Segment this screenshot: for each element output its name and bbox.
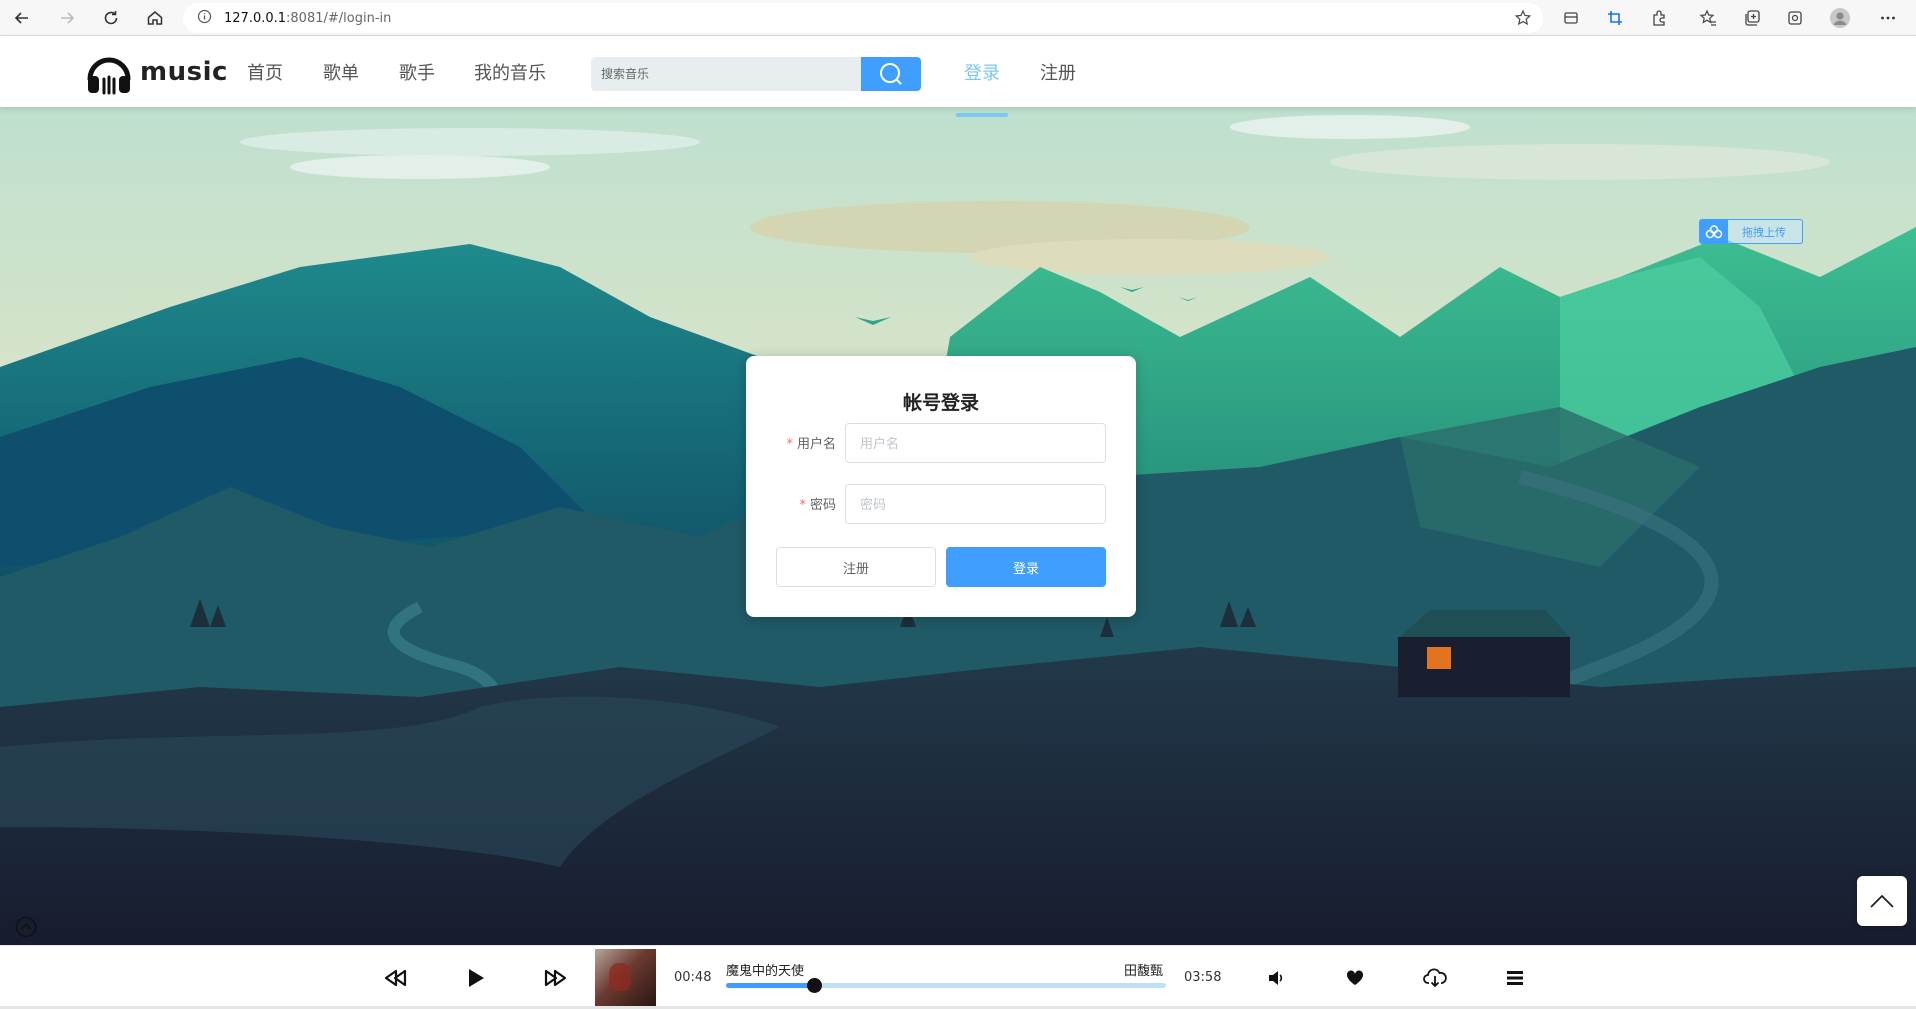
playlist-icon[interactable] bbox=[1502, 965, 1528, 991]
address-bar[interactable]: 127.0.0.1:8081/#/login-in bbox=[183, 3, 1543, 33]
url-text: 127.0.0.1:8081/#/login-in bbox=[224, 10, 392, 26]
current-time: 00:48 bbox=[674, 970, 712, 985]
forward-icon[interactable] bbox=[55, 6, 79, 30]
progress-fill bbox=[726, 983, 814, 988]
back-to-top-button[interactable] bbox=[1857, 876, 1907, 926]
register-button[interactable]: 注册 bbox=[776, 547, 936, 587]
chevron-up-icon bbox=[1870, 894, 1894, 908]
username-input[interactable] bbox=[845, 423, 1106, 463]
home-icon[interactable] bbox=[143, 6, 167, 30]
album-cover[interactable] bbox=[595, 949, 656, 1007]
total-time: 03:58 bbox=[1184, 970, 1222, 985]
nav-home[interactable]: 首页 bbox=[247, 59, 283, 85]
volume-icon[interactable] bbox=[1263, 965, 1289, 991]
baidu-cloud-icon bbox=[1700, 220, 1728, 243]
favorite-add-icon[interactable] bbox=[1511, 6, 1535, 30]
reading-view-icon[interactable] bbox=[1559, 6, 1583, 30]
nav-playlists[interactable]: 歌单 bbox=[323, 59, 359, 85]
collapse-player-icon[interactable] bbox=[15, 916, 37, 938]
song-artist: 田馥甄 bbox=[1124, 964, 1164, 979]
search-button[interactable] bbox=[861, 57, 921, 91]
login-title: 帐号登录 bbox=[902, 392, 979, 414]
drag-upload-badge[interactable]: 拖拽上传 bbox=[1699, 219, 1803, 244]
music-player: 00:48 魔鬼中的天使 田馥甄 03:58 bbox=[0, 945, 1916, 1009]
drag-upload-label: 拖拽上传 bbox=[1742, 225, 1786, 239]
logo-text: music bbox=[140, 57, 228, 87]
refresh-icon[interactable] bbox=[99, 6, 123, 30]
nav-singers[interactable]: 歌手 bbox=[399, 59, 435, 85]
nav-register[interactable]: 注册 bbox=[1040, 59, 1076, 85]
nav-login[interactable]: 登录 bbox=[956, 59, 1008, 117]
search-icon bbox=[880, 63, 902, 85]
progress-bar[interactable] bbox=[726, 978, 1166, 993]
app-header: music 首页 歌单 歌手 我的音乐 登录 注册 bbox=[0, 36, 1916, 117]
headphones-icon bbox=[87, 57, 131, 95]
heart-icon[interactable] bbox=[1342, 965, 1368, 991]
login-button[interactable]: 登录 bbox=[946, 547, 1106, 587]
next-track-icon[interactable] bbox=[542, 965, 568, 991]
more-icon[interactable] bbox=[1876, 6, 1900, 30]
login-card: 帐号登录 *用户名 *密码 注册 登录 bbox=[746, 356, 1136, 617]
search-input[interactable] bbox=[591, 57, 861, 91]
username-label: * 用户名 bbox=[786, 437, 836, 452]
previous-track-icon[interactable] bbox=[383, 965, 409, 991]
song-title: 魔鬼中的天使 bbox=[726, 964, 805, 979]
download-icon[interactable] bbox=[1422, 965, 1448, 991]
collections-icon[interactable] bbox=[1740, 6, 1764, 30]
progress-handle[interactable] bbox=[807, 978, 822, 993]
profile-avatar-icon[interactable] bbox=[1828, 6, 1852, 30]
extensions-icon[interactable] bbox=[1647, 6, 1671, 30]
nav-my-music[interactable]: 我的音乐 bbox=[474, 59, 546, 85]
web-capture-icon[interactable] bbox=[1783, 6, 1807, 30]
password-input[interactable] bbox=[845, 484, 1106, 524]
crop-icon[interactable] bbox=[1603, 6, 1627, 30]
site-info-icon[interactable] bbox=[197, 9, 212, 28]
password-label: * 密码 bbox=[799, 498, 836, 513]
browser-toolbar: 127.0.0.1:8081/#/login-in bbox=[0, 0, 1916, 36]
play-icon[interactable] bbox=[463, 965, 489, 991]
back-icon[interactable] bbox=[10, 6, 34, 30]
favorites-icon[interactable] bbox=[1696, 6, 1720, 30]
logo[interactable]: music bbox=[84, 49, 228, 95]
